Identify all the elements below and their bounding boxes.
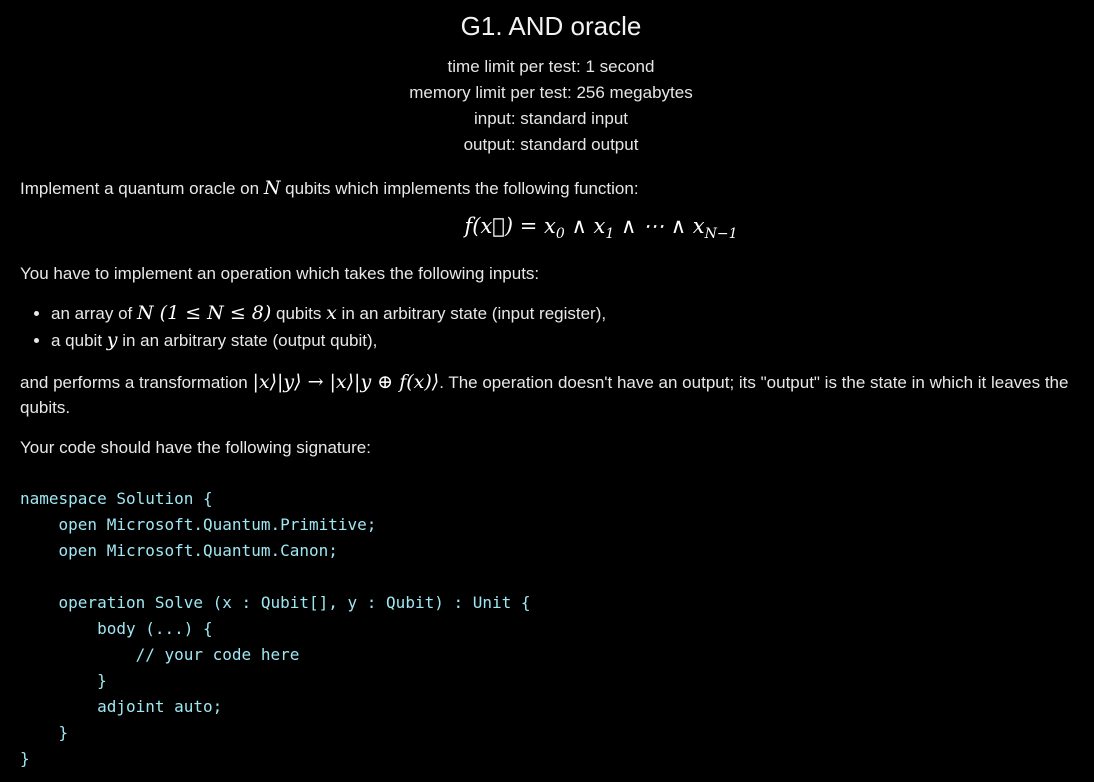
formula-sub-2: N−1 — [704, 226, 738, 243]
intro-math-n: N — [263, 177, 281, 199]
transformation-description: and performs a transformation |x⟩|y⟩ → |… — [20, 370, 1082, 420]
bullet1-text-b: qubits — [271, 304, 327, 324]
formula-mid-2: ∧ ⋯ ∧ x — [614, 214, 705, 238]
formula-sub-1: 1 — [605, 226, 615, 243]
formula-lhs: f(x⃗) = x — [464, 214, 556, 238]
bullet2-text-b: in an arbitrary state (output qubit), — [117, 331, 378, 351]
formula-mid-1: ∧ x — [564, 214, 606, 238]
intro-text-after: qubits which implements the following fu… — [280, 179, 639, 198]
oracle-formula: f(x⃗) = x0 ∧ x1 ∧ ⋯ ∧ xN−1 — [20, 209, 1082, 251]
inputs-list: an array of N (1 ≤ N ≤ 8) qubits x in an… — [20, 300, 1082, 354]
statement-intro: Implement a quantum oracle on N qubits w… — [20, 176, 1082, 201]
transform-text-a: and performs a transformation — [20, 373, 253, 393]
list-item-output-qubit: a qubit y in an arbitrary state (output … — [51, 327, 1082, 354]
formula-sub-0: 0 — [555, 226, 565, 243]
intro-text-before: Implement a quantum oracle on — [20, 179, 264, 198]
time-limit: time limit per test: 1 second — [447, 57, 655, 76]
problem-title: G1. AND oracle — [460, 11, 642, 41]
bullet2-text-a: a qubit — [51, 331, 107, 351]
signature-intro: Your code should have the following sign… — [20, 438, 371, 458]
output-spec: output: standard output — [463, 135, 639, 154]
bullet1-math-range: N (1 ≤ N ≤ 8) — [137, 302, 272, 325]
problem-page: G1. AND oracle time limit per test: 1 se… — [0, 0, 1094, 782]
list-item-input-register: an array of N (1 ≤ N ≤ 8) qubits x in an… — [51, 300, 1082, 327]
bullet2-math-y: y — [106, 329, 118, 352]
problem-header: G1. AND oracle time limit per test: 1 se… — [20, 0, 1082, 158]
bullet1-text-c: in an arbitrary state (input register), — [336, 304, 607, 324]
inputs-intro: You have to implement an operation which… — [20, 264, 540, 284]
code-signature-block: namespace Solution { open Microsoft.Quan… — [20, 489, 531, 769]
bullet1-text-a: an array of — [51, 304, 137, 324]
transform-math: |x⟩|y⟩ → |x⟩|y ⊕ f(x)⟩ — [252, 371, 440, 394]
bullet1-math-x: x — [326, 302, 337, 325]
input-spec: input: standard input — [473, 109, 629, 128]
memory-limit: memory limit per test: 256 megabytes — [409, 83, 693, 102]
